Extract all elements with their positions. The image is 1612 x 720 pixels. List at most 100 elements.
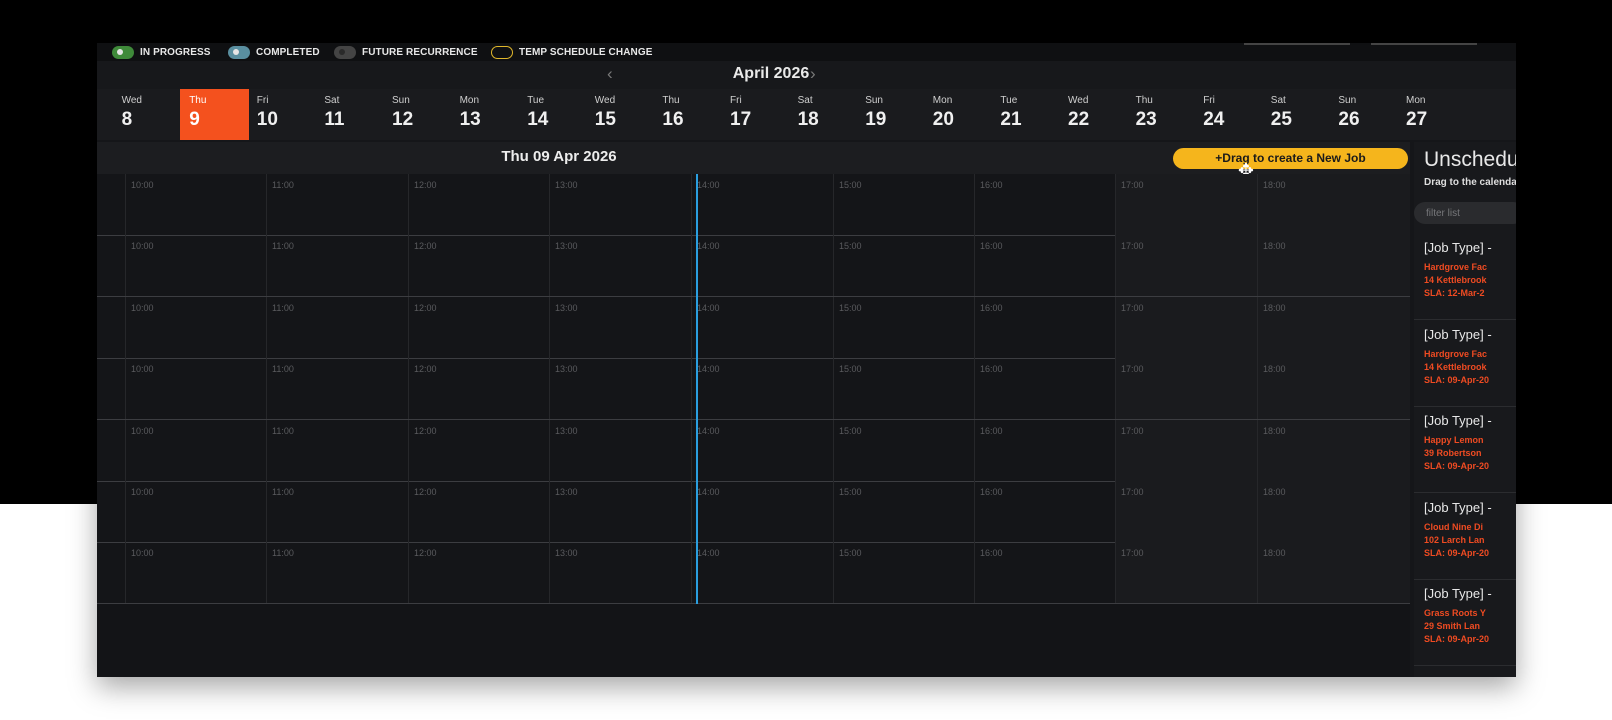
- time-slot[interactable]: 11:00: [266, 235, 408, 297]
- day-cell[interactable]: Sat 18: [789, 89, 858, 140]
- time-slot[interactable]: 17:00: [1115, 419, 1257, 481]
- technician-row[interactable]: 10:00 11:00 12:00 13:00 14:00 15:00 16:00 17:00…: [97, 174, 1410, 236]
- time-slot[interactable]: 14:00: [691, 235, 833, 297]
- time-slot[interactable]: 10:00: [125, 419, 266, 481]
- time-slot[interactable]: 13:00: [549, 174, 691, 235]
- technician-row[interactable]: 10:00 11:00 12:00 13:00 14:00 15:00 16:00 17:00…: [97, 419, 1410, 482]
- day-cell[interactable]: Sat 25: [1262, 89, 1331, 140]
- time-slot[interactable]: 18:00: [1257, 296, 1410, 358]
- day-cell[interactable]: Thu 16: [653, 89, 722, 140]
- time-slot[interactable]: 12:00: [408, 235, 549, 297]
- time-slot[interactable]: 13:00: [549, 296, 691, 358]
- job-card[interactable]: [Job Type] - Hardgrove Fac 14 Kettlebrook S…: [1414, 321, 1516, 407]
- time-slot[interactable]: 10:00: [125, 542, 266, 604]
- time-slot[interactable]: 18:00: [1257, 419, 1410, 481]
- day-cell[interactable]: Sat 11: [315, 89, 384, 140]
- day-cell[interactable]: Tue 21: [991, 89, 1060, 140]
- technician-row[interactable]: 10:00 11:00 12:00 13:00 14:00 15:00 16:00 17:00…: [97, 542, 1410, 605]
- time-slot[interactable]: 15:00: [833, 542, 974, 604]
- day-cell[interactable]: Fri 17: [721, 89, 790, 140]
- time-slot[interactable]: 14:00: [691, 419, 833, 481]
- time-slot[interactable]: 14:00: [691, 358, 833, 420]
- time-slot[interactable]: 17:00: [1115, 358, 1257, 420]
- day-cell[interactable]: Fri 10: [248, 89, 317, 140]
- time-slot[interactable]: 13:00: [549, 235, 691, 297]
- time-slot[interactable]: 13:00: [549, 419, 691, 481]
- new-job-button[interactable]: +Drag to create a New Job: [1173, 148, 1408, 169]
- day-cell[interactable]: Mon 20: [924, 89, 993, 140]
- time-slot[interactable]: 16:00: [974, 296, 1115, 358]
- time-slot[interactable]: 16:00: [974, 174, 1115, 235]
- time-slot[interactable]: 10:00: [125, 358, 266, 420]
- time-slot[interactable]: 16:00: [974, 358, 1115, 420]
- time-slot[interactable]: 11:00: [266, 174, 408, 235]
- time-slot[interactable]: 15:00: [833, 419, 974, 481]
- day-cell[interactable]: Wed 8: [113, 89, 182, 140]
- time-slot[interactable]: 13:00: [549, 481, 691, 542]
- time-slot[interactable]: 15:00: [833, 358, 974, 420]
- technician-row[interactable]: 10:00 11:00 12:00 13:00 14:00 15:00 16:00 17:00…: [97, 358, 1410, 421]
- day-cell[interactable]: Mon 13: [451, 89, 520, 140]
- day-cell[interactable]: Sun 19: [856, 89, 925, 140]
- technician-row[interactable]: 10:00 11:00 12:00 13:00 14:00 15:00 16:00 17:00…: [97, 235, 1410, 298]
- time-slot[interactable]: 10:00: [125, 296, 266, 358]
- time-slot[interactable]: 10:00: [125, 174, 266, 235]
- job-card[interactable]: [Job Type] - Happy Lemon 39 Robertson SLA: …: [1414, 407, 1516, 493]
- technician-row[interactable]: 10:00 11:00 12:00 13:00 14:00 15:00 16:00 17:00…: [97, 481, 1410, 543]
- time-slot[interactable]: 15:00: [833, 235, 974, 297]
- time-slot[interactable]: 12:00: [408, 358, 549, 420]
- day-cell[interactable]: Tue 14: [518, 89, 587, 140]
- day-cell[interactable]: Thu 9: [180, 89, 250, 140]
- time-slot[interactable]: 15:00: [833, 481, 974, 542]
- chevron-right-icon[interactable]: ›: [810, 64, 816, 84]
- time-slot[interactable]: 12:00: [408, 174, 549, 235]
- time-slot[interactable]: 18:00: [1257, 481, 1410, 542]
- time-slot[interactable]: 13:00: [549, 542, 691, 604]
- time-slot[interactable]: 16:00: [974, 419, 1115, 481]
- time-slot[interactable]: 18:00: [1257, 235, 1410, 297]
- filter-input[interactable]: [1414, 202, 1516, 224]
- time-slot[interactable]: 12:00: [408, 542, 549, 604]
- day-cell[interactable]: Mon 27: [1397, 89, 1466, 140]
- time-slot[interactable]: 16:00: [974, 542, 1115, 604]
- day-cell[interactable]: Thu 23: [1127, 89, 1196, 140]
- technician-row[interactable]: 10:00 11:00 12:00 13:00 14:00 15:00 16:00 17:00…: [97, 296, 1410, 359]
- time-slot[interactable]: 17:00: [1115, 481, 1257, 542]
- time-slot[interactable]: 14:00: [691, 542, 833, 604]
- time-slot[interactable]: 12:00: [408, 481, 549, 542]
- time-slot[interactable]: 16:00: [974, 481, 1115, 542]
- time-slot[interactable]: 15:00: [833, 174, 974, 235]
- time-slot[interactable]: 14:00: [691, 481, 833, 542]
- day-cell[interactable]: Sun 26: [1329, 89, 1398, 140]
- time-slot[interactable]: 12:00: [408, 419, 549, 481]
- time-slot[interactable]: 17:00: [1115, 174, 1257, 235]
- time-slot[interactable]: 11:00: [266, 542, 408, 604]
- time-slot[interactable]: 14:00: [691, 174, 833, 235]
- chevron-left-icon[interactable]: ‹: [607, 64, 613, 84]
- time-slot[interactable]: 10:00: [125, 235, 266, 297]
- day-cell[interactable]: Wed 22: [1059, 89, 1128, 140]
- day-cell[interactable]: Sun 12: [383, 89, 452, 140]
- time-slot[interactable]: 11:00: [266, 481, 408, 542]
- job-card[interactable]: [Job Type] - Hardgrove Fac 14 Kettlebrook S…: [1414, 234, 1516, 320]
- time-slot[interactable]: 13:00: [549, 358, 691, 420]
- time-slot[interactable]: 18:00: [1257, 542, 1410, 604]
- time-slot[interactable]: 11:00: [266, 419, 408, 481]
- time-slot[interactable]: 11:00: [266, 358, 408, 420]
- job-card[interactable]: [Job Type] - Grass Roots Y 29 Smith Lan SLA…: [1414, 580, 1516, 666]
- day-cell[interactable]: Fri 24: [1194, 89, 1263, 140]
- time-slot[interactable]: 18:00: [1257, 358, 1410, 420]
- job-card[interactable]: [Job Type] - Cloud Nine Di 102 Larch Lan SL…: [1414, 494, 1516, 580]
- time-slot[interactable]: 15:00: [833, 296, 974, 358]
- day-cell[interactable]: Tue 7: [97, 89, 114, 140]
- time-slot[interactable]: 14:00: [691, 296, 833, 358]
- time-slot[interactable]: 16:00: [974, 235, 1115, 297]
- time-slot[interactable]: 11:00: [266, 296, 408, 358]
- time-slot[interactable]: 17:00: [1115, 296, 1257, 358]
- time-slot[interactable]: 17:00: [1115, 542, 1257, 604]
- time-slot[interactable]: 10:00: [125, 481, 266, 542]
- time-slot[interactable]: 12:00: [408, 296, 549, 358]
- time-slot[interactable]: 17:00: [1115, 235, 1257, 297]
- day-cell[interactable]: Wed 15: [586, 89, 655, 140]
- time-slot[interactable]: 18:00: [1257, 174, 1410, 235]
